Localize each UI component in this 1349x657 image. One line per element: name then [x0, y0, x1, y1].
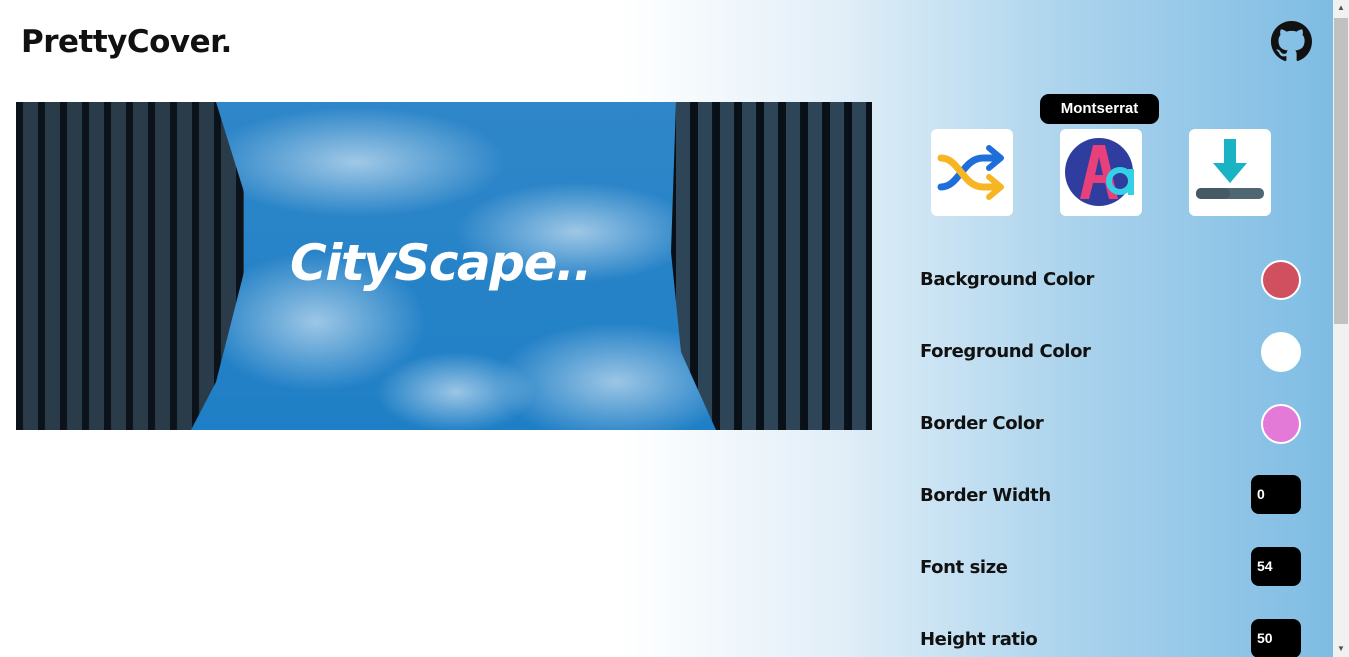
background-color-picker[interactable] — [1261, 260, 1301, 300]
border-color-picker[interactable] — [1261, 404, 1301, 444]
shuffle-button[interactable] — [931, 129, 1013, 216]
font-tooltip: Montserrat — [1040, 94, 1159, 124]
scroll-down-arrow[interactable]: ▼ — [1333, 641, 1349, 657]
scroll-up-arrow[interactable]: ▲ — [1333, 0, 1349, 16]
cover-title: CityScape.. — [290, 234, 592, 292]
font-size-label: Font size — [920, 557, 1008, 578]
font-aa-icon — [1065, 138, 1134, 206]
scroll-thumb[interactable] — [1334, 18, 1348, 324]
height-ratio-label: Height ratio — [920, 629, 1038, 650]
github-icon[interactable] — [1271, 21, 1312, 62]
shuffle-icon — [937, 145, 1004, 200]
download-button[interactable] — [1189, 129, 1271, 216]
foreground-color-label: Foreground Color — [920, 341, 1091, 362]
border-width-label: Border Width — [920, 485, 1051, 506]
height-ratio-input[interactable]: 50 — [1251, 619, 1301, 657]
page-scrollbar[interactable]: ▲ ▼ — [1333, 0, 1349, 657]
font-button[interactable] — [1060, 129, 1142, 216]
border-color-label: Border Color — [920, 413, 1044, 434]
app-logo: PrettyCover. — [21, 24, 232, 60]
border-width-input[interactable]: 0 — [1251, 475, 1301, 514]
font-size-input[interactable]: 54 — [1251, 547, 1301, 586]
background-color-label: Background Color — [920, 269, 1095, 290]
download-icon — [1196, 139, 1264, 199]
foreground-color-picker[interactable] — [1261, 332, 1301, 372]
cover-preview: CityScape.. — [16, 102, 872, 430]
